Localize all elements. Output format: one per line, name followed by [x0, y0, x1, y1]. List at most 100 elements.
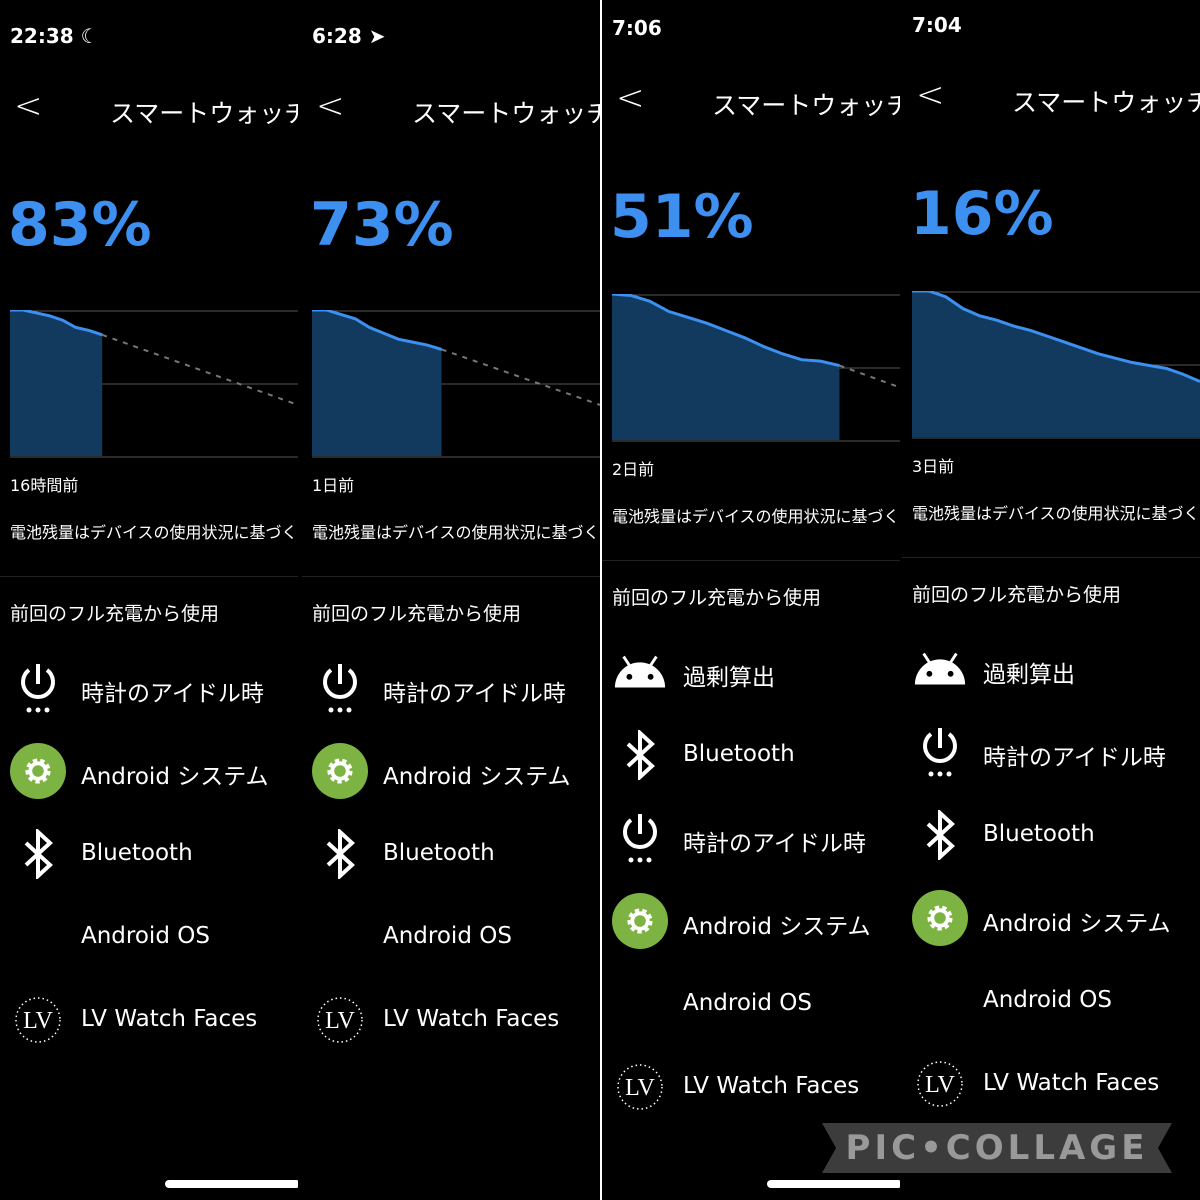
- gear-icon: [10, 743, 66, 799]
- section-header: 前回のフル充電から使用: [10, 603, 220, 625]
- battery-chart: [10, 308, 298, 458]
- bluetooth-icon: [312, 826, 368, 882]
- app-usage-item[interactable]: Android システム: [302, 741, 600, 801]
- home-indicator[interactable]: [767, 1180, 900, 1188]
- blank-icon: [10, 909, 66, 965]
- status-time: 7:06: [612, 16, 662, 40]
- battery-chart: [312, 308, 600, 458]
- battery-area: [612, 294, 840, 440]
- app-name: Android OS: [683, 990, 812, 1016]
- app-usage-item[interactable]: LV LV Watch Faces: [902, 1054, 1200, 1114]
- bluetooth-icon: [912, 807, 968, 863]
- phone-screenshot-3: 7:06 < スマートウォッチ 51% 2日前 電池残量はデバイスの使用状況に基づく 前回の…: [602, 0, 900, 1200]
- app-usage-item[interactable]: Android システム: [0, 741, 298, 801]
- app-name: Android システム: [81, 764, 269, 790]
- projection-line: [441, 348, 600, 406]
- projection-line: [839, 364, 900, 389]
- app-usage-item[interactable]: LV LV Watch Faces: [602, 1057, 900, 1117]
- app-name: 過剰算出: [683, 665, 775, 691]
- power-icon: [912, 724, 968, 780]
- battery-note: 電池残量はデバイスの使用状況に基づく: [312, 523, 600, 542]
- app-usage-item[interactable]: Android システム: [602, 891, 900, 951]
- app-usage-item[interactable]: LV LV Watch Faces: [302, 990, 600, 1050]
- app-name: Bluetooth: [81, 840, 193, 866]
- chart-time-label: 1日前: [312, 476, 355, 495]
- back-button[interactable]: <: [316, 86, 345, 126]
- app-usage-item[interactable]: 過剰算出: [902, 639, 1200, 699]
- chart-time-label: 3日前: [912, 457, 955, 476]
- gear-icon: [612, 893, 668, 949]
- app-usage-item[interactable]: Android OS: [602, 974, 900, 1034]
- battery-percent: 16%: [910, 179, 1054, 249]
- lv-logo-icon: LV: [10, 992, 66, 1048]
- lv-logo-icon: LV: [312, 992, 368, 1048]
- battery-chart: [611, 292, 900, 442]
- battery-area: [912, 291, 1200, 437]
- app-name: Android システム: [683, 914, 871, 940]
- app-name: Bluetooth: [983, 821, 1095, 847]
- app-name: Android OS: [983, 987, 1112, 1013]
- app-usage-item[interactable]: 時計のアイドル時: [602, 808, 900, 868]
- app-usage-item[interactable]: 時計のアイドル時: [302, 658, 600, 718]
- app-usage-item[interactable]: 時計のアイドル時: [0, 658, 298, 718]
- app-usage-item[interactable]: Bluetooth: [302, 824, 600, 884]
- app-usage-item[interactable]: Bluetooth: [902, 805, 1200, 865]
- app-name: LV Watch Faces: [81, 1006, 258, 1032]
- battery-area: [10, 310, 103, 456]
- app-usage-item[interactable]: 過剰算出: [602, 642, 900, 702]
- gear-icon: [312, 743, 368, 799]
- section-header: 前回のフル充電から使用: [612, 587, 822, 609]
- app-name: 時計のアイドル時: [81, 681, 264, 707]
- svg-text:LV: LV: [23, 1008, 53, 1034]
- bluetooth-icon: [10, 826, 66, 882]
- battery-chart: [912, 289, 1200, 439]
- battery-note: 電池残量はデバイスの使用状況に基づく: [10, 523, 298, 542]
- page-title: スマートウォッチ: [1012, 88, 1200, 117]
- section-header: 前回のフル充電から使用: [312, 603, 522, 625]
- app-usage-item[interactable]: 時計のアイドル時: [902, 722, 1200, 782]
- app-name: LV Watch Faces: [383, 1006, 560, 1032]
- power-icon: [10, 660, 66, 716]
- app-name: 時計のアイドル時: [383, 681, 566, 707]
- app-usage-item[interactable]: Android OS: [302, 907, 600, 967]
- divider: [902, 557, 1200, 558]
- app-usage-item[interactable]: Bluetooth: [602, 725, 900, 785]
- bluetooth-icon: [612, 727, 668, 783]
- app-name: Android OS: [383, 923, 512, 949]
- android-icon: [612, 644, 668, 700]
- home-indicator[interactable]: [165, 1180, 298, 1188]
- back-button[interactable]: <: [616, 78, 645, 118]
- battery-percent: 73%: [310, 190, 454, 260]
- app-name: 過剰算出: [983, 662, 1075, 688]
- collage-separator: [900, 0, 902, 1200]
- app-name: Bluetooth: [383, 840, 495, 866]
- divider: [602, 560, 900, 561]
- lv-logo-icon: LV: [612, 1059, 668, 1115]
- section-header: 前回のフル充電から使用: [912, 584, 1122, 606]
- divider: [302, 576, 600, 577]
- status-time: 6:28 ➤: [312, 24, 386, 48]
- pic-collage-watermark: PIC•COLLAGE: [822, 1123, 1172, 1173]
- app-name: 時計のアイドル時: [983, 745, 1166, 771]
- app-name: Android OS: [81, 923, 210, 949]
- app-usage-item[interactable]: Android OS: [0, 907, 298, 967]
- phone-screenshot-1: 22:38 ☾ < スマートウォッチ 83% 16時間前 電池残量はデバイスの使用状況に基…: [0, 0, 298, 1200]
- back-button[interactable]: <: [14, 86, 43, 126]
- app-usage-item[interactable]: Android OS: [902, 971, 1200, 1031]
- battery-note: 電池残量はデバイスの使用状況に基づく: [612, 507, 900, 526]
- app-name: Android システム: [383, 764, 571, 790]
- app-name: Bluetooth: [683, 741, 795, 767]
- app-usage-item[interactable]: Bluetooth: [0, 824, 298, 884]
- power-icon: [312, 660, 368, 716]
- back-button[interactable]: <: [916, 75, 945, 115]
- app-name: Android システム: [983, 911, 1171, 937]
- app-name: 時計のアイドル時: [683, 831, 866, 857]
- chart-time-label: 2日前: [612, 460, 655, 479]
- chart-time-label: 16時間前: [10, 476, 79, 495]
- phone-screenshot-2: 6:28 ➤ < スマートウォッチ 73% 1日前電池残量はデバイスの使用状況に基づく前…: [302, 0, 600, 1200]
- app-usage-item[interactable]: LV LV Watch Faces: [0, 990, 298, 1050]
- page-title: スマートウォッチ: [412, 99, 600, 128]
- page-title: スマートウォッチ: [712, 91, 900, 120]
- app-usage-item[interactable]: Android システム: [902, 888, 1200, 948]
- blank-icon: [312, 909, 368, 965]
